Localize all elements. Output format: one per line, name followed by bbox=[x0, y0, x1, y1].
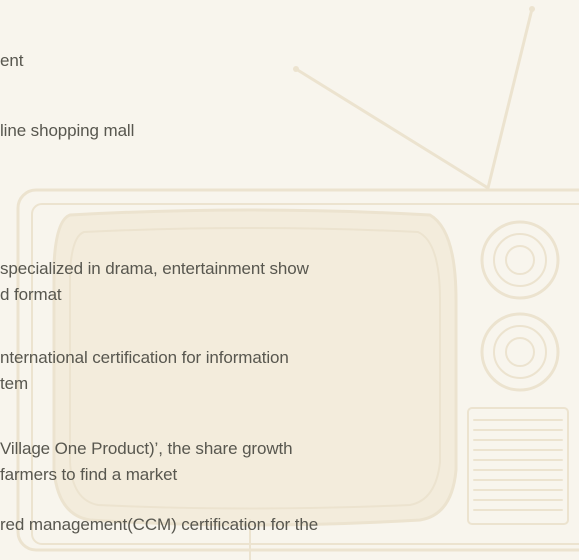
history-item-text: line shopping mall bbox=[0, 121, 135, 140]
history-item-text: d format bbox=[0, 285, 62, 304]
history-item-text: farmers to find a market bbox=[0, 465, 178, 484]
history-item-text: nternational certification for informati… bbox=[0, 348, 289, 367]
history-item-text: red management(CCM) certification for th… bbox=[0, 515, 319, 534]
history-item-text: tem bbox=[0, 374, 29, 393]
history-item-text: ent bbox=[0, 51, 24, 70]
history-item-text: Village One Product)’, the share growth bbox=[0, 439, 293, 458]
history-item-text: specialized in drama, entertainment show bbox=[0, 259, 309, 278]
